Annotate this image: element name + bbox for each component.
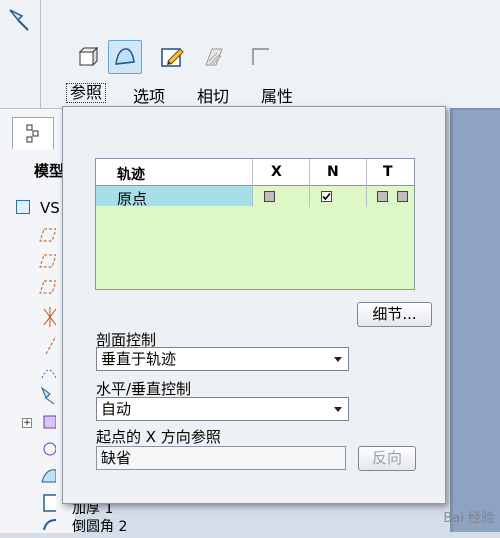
n-checkbox[interactable] [321,191,332,202]
chevron-down-icon [334,357,342,362]
model-tree-header: 模型 [34,162,65,180]
reverse-button[interactable]: 反向 [358,446,416,471]
datum-plane-icon [16,278,57,300]
hole-icon [16,438,57,460]
thicken-button[interactable] [197,40,231,74]
sketch-tool-icon[interactable] [6,6,34,34]
surface-feature-icon [16,464,57,486]
t-checkbox[interactable] [377,191,388,202]
sketch-edit-button[interactable] [155,40,189,74]
x-checkbox[interactable] [264,191,275,202]
section-control-value: 垂直于轨迹 [101,350,177,368]
thicken-feature-icon [16,492,59,514]
surface-icon [115,48,135,65]
column-divider [309,159,310,207]
watermark: Bai 经验 [443,511,494,526]
solid-icon [78,46,99,67]
col-header-trajectory: 轨迹 [117,167,145,183]
part-icon [16,200,30,214]
datum-axis-icon [16,334,57,356]
datum-plane-icon [16,226,57,248]
hv-control-label: 水平/垂直控制 [96,380,192,398]
tab-tangency[interactable]: 相切 [194,83,232,107]
hv-control-value: 自动 [101,400,132,418]
remove-material-icon [252,48,269,65]
remove-material-button[interactable] [244,40,278,74]
trajectory-name[interactable]: 原点 [117,188,147,209]
solid-button[interactable] [70,40,104,74]
datum-plane-icon [16,252,57,274]
tab-references[interactable]: 参照 [66,83,107,103]
graphics-viewport[interactable] [453,110,500,532]
pattern-icon [16,412,57,434]
x-reference-label: 起点的 X 方向参照 [96,428,221,446]
tree-item-round[interactable]: 倒圆角 2 [72,516,127,536]
col-header-n: N [327,164,339,180]
column-divider [366,159,367,207]
model-root-label[interactable]: VS [40,199,60,217]
hv-control-select[interactable]: 自动 [96,397,349,421]
toolbar-separator [40,0,41,108]
t-checkbox-secondary[interactable] [397,191,408,202]
tab-properties[interactable]: 属性 [258,83,296,107]
chevron-down-icon [334,407,342,412]
details-button[interactable]: 细节... [357,302,432,327]
sweep-feature-icon [16,384,56,406]
surface-button[interactable] [108,40,142,74]
check-icon [322,192,331,201]
tab-options[interactable]: 选项 [130,83,168,107]
thicken-icon [205,48,223,66]
pencil-icon [161,48,184,67]
section-control-select[interactable]: 垂直于轨迹 [96,347,349,371]
col-header-t: T [383,164,393,180]
column-divider [252,159,253,207]
tree-icon [26,124,39,143]
csys-icon [16,306,57,328]
datum-curve-icon [16,360,57,382]
round-feature-icon [16,516,57,538]
x-reference-field[interactable]: 缺省 [96,446,346,470]
model-tree-tab[interactable] [12,117,54,149]
col-header-x: X [271,164,282,180]
